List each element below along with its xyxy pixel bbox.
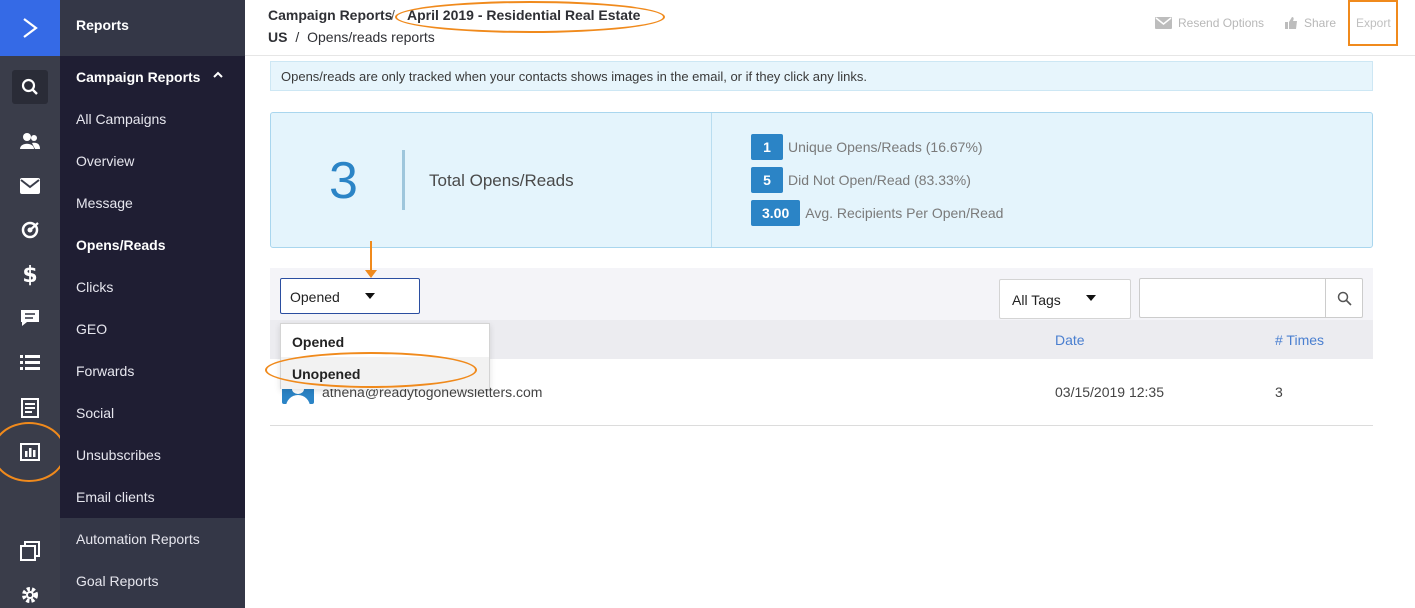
campaigns-icon[interactable]	[0, 165, 60, 207]
caret-down-icon	[365, 293, 375, 299]
deals-icon[interactable]: $	[0, 254, 60, 296]
thumbs-up-icon	[1285, 17, 1297, 29]
contacts-icon[interactable]	[0, 120, 60, 162]
stat-label: Did Not Open/Read (83.33%)	[788, 172, 971, 188]
settings-icon[interactable]	[0, 574, 60, 608]
search-input[interactable]	[1144, 283, 1320, 313]
resend-options-label: Resend Options	[1178, 16, 1265, 30]
arrow-down-icon	[365, 270, 377, 278]
resend-options-button[interactable]: Resend Options	[1155, 16, 1264, 30]
nav-item-unsubscribes[interactable]: Unsubscribes	[76, 447, 161, 463]
list-name: US	[268, 29, 288, 45]
nav-item-message[interactable]: Message	[76, 195, 133, 211]
nav-item-goal-reports[interactable]: Goal Reports	[76, 573, 158, 589]
stat-badge: 5	[751, 167, 783, 193]
stat-unique-opens: 1 Unique Opens/Reads (16.67%)	[751, 134, 983, 160]
column-header-date[interactable]: Date	[1055, 332, 1085, 348]
nav-item-opens-reads[interactable]: Opens/Reads	[76, 237, 165, 253]
stats-divider	[711, 113, 712, 247]
reports-nav: Reports Campaign Reports All Campaigns O…	[60, 0, 245, 608]
stat-avg-recipients: 3.00 Avg. Recipients Per Open/Read	[751, 200, 1003, 226]
total-opens-value: 3	[329, 152, 358, 210]
breadcrumb-subtitle: US / Opens/reads reports	[268, 29, 435, 45]
header-divider	[245, 55, 1415, 56]
nav-lower-section: Automation Reports Goal Reports	[60, 518, 245, 608]
nav-item-automation-reports[interactable]: Automation Reports	[76, 531, 200, 547]
nav-item-all-campaigns[interactable]: All Campaigns	[76, 111, 166, 127]
export-button[interactable]: Export	[1356, 16, 1391, 30]
stat-badge: 1	[751, 134, 783, 160]
stat-label: Unique Opens/Reads (16.67%)	[788, 139, 983, 155]
conversations-icon[interactable]	[0, 297, 60, 339]
tracking-info-banner: Opens/reads are only tracked when your c…	[270, 61, 1373, 91]
icon-rail: $	[0, 0, 60, 608]
open-status-selected: Opened	[290, 289, 340, 305]
share-button[interactable]: Share	[1284, 16, 1336, 30]
nav-item-overview[interactable]: Overview	[76, 153, 134, 169]
logo-chevron-icon[interactable]	[0, 0, 60, 56]
chevron-up-icon[interactable]	[211, 70, 225, 80]
nav-item-forwards[interactable]: Forwards	[76, 363, 134, 379]
stats-separator	[402, 150, 405, 210]
lists-icon[interactable]	[0, 342, 60, 384]
envelope-icon	[1155, 17, 1172, 29]
open-status-select[interactable]: Opened	[280, 278, 420, 314]
stat-did-not-open: 5 Did Not Open/Read (83.33%)	[751, 167, 971, 193]
tags-selected: All Tags	[1012, 292, 1061, 308]
stat-label: Avg. Recipients Per Open/Read	[805, 205, 1004, 221]
nav-section-campaign-reports[interactable]: Campaign Reports	[76, 69, 200, 85]
nav-item-geo[interactable]: GEO	[76, 321, 107, 337]
tags-select[interactable]: All Tags	[999, 279, 1131, 319]
share-label: Share	[1304, 16, 1337, 30]
caret-down-icon	[1086, 295, 1096, 301]
search-icon[interactable]	[0, 66, 60, 108]
column-header-times[interactable]: # Times	[1275, 332, 1324, 348]
nav-title: Reports	[60, 0, 245, 56]
subtitle-separator: /	[295, 29, 300, 45]
open-date: 03/15/2019 12:35	[1055, 384, 1164, 400]
search-button[interactable]	[1325, 279, 1363, 317]
nav-item-social[interactable]: Social	[76, 405, 114, 421]
stats-panel: 3 Total Opens/Reads 1 Unique Opens/Reads…	[270, 112, 1373, 248]
nav-item-email-clients[interactable]: Email clients	[76, 489, 155, 505]
search-field[interactable]	[1139, 278, 1363, 318]
apps-icon[interactable]	[0, 530, 60, 572]
unopened-highlight	[265, 352, 477, 388]
campaign-name-highlight	[395, 1, 665, 33]
stat-badge: 3.00	[751, 200, 801, 226]
total-opens-label: Total Opens/Reads	[429, 171, 574, 190]
page-title: Opens/reads reports	[307, 29, 435, 45]
automations-icon[interactable]	[0, 209, 60, 251]
search-icon	[1337, 291, 1352, 306]
annotation-arrow	[370, 241, 372, 271]
nav-item-clicks[interactable]: Clicks	[76, 279, 113, 295]
breadcrumb-campaign-reports[interactable]: Campaign Reports	[268, 7, 392, 23]
open-count: 3	[1275, 384, 1283, 400]
